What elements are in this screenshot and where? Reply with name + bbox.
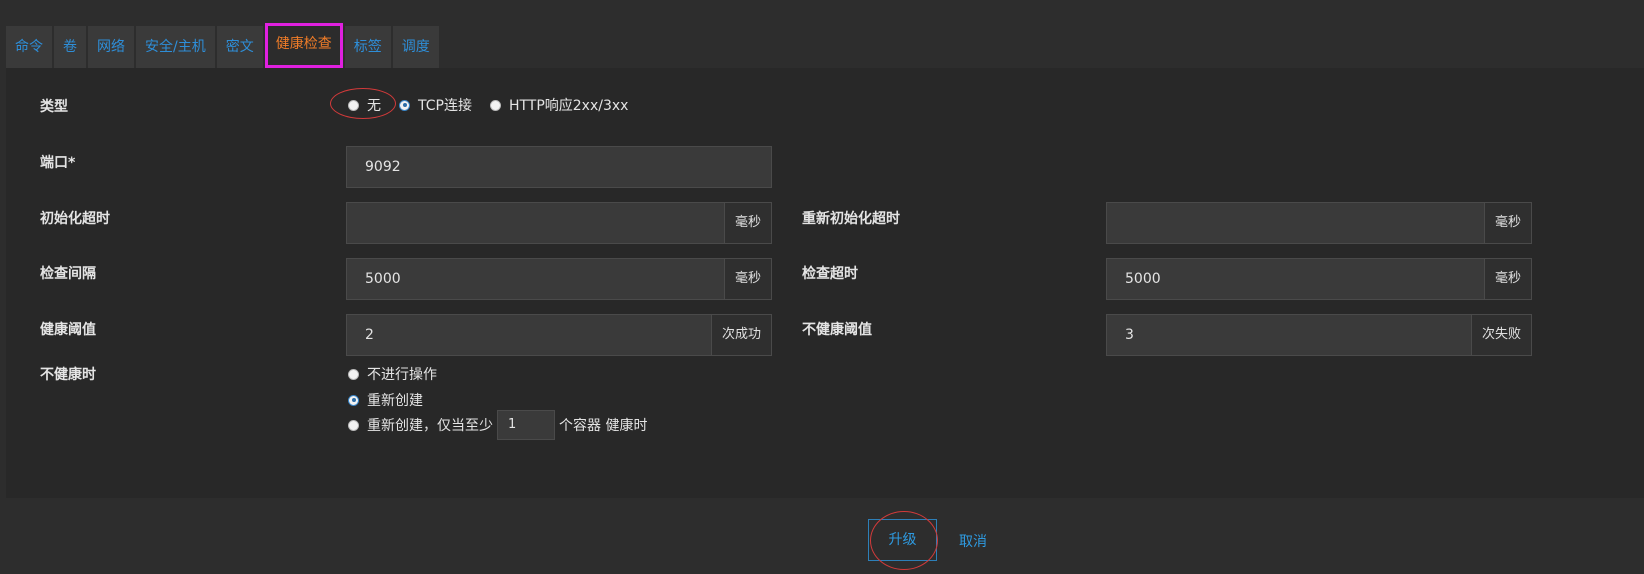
init-timeout-value[interactable] [347,203,724,243]
unhealthy-recreate-conditional-radio[interactable] [348,419,359,431]
reinit-timeout-value[interactable] [1107,203,1484,243]
unhealthy-none-radio[interactable] [348,368,359,380]
recreate-count-input[interactable]: 1 [497,410,555,440]
healthy-threshold-value[interactable]: 2 [347,315,711,355]
unhealthy-threshold-unit: 次失败 [1470,315,1531,355]
unhealthy-option-recreate-conditional[interactable]: 重新创建，仅当至少 1 个容器 健康时 [348,410,647,440]
check-timeout-label: 检查超时 [802,266,858,282]
unhealthy-recreate-radio[interactable] [348,394,359,406]
type-label: 类型 [40,99,68,115]
port-field[interactable]: 9092 [346,146,772,188]
tab-labels[interactable]: 标签 [344,26,391,68]
unhealthy-recreate-label: 重新创建 [367,393,423,409]
check-timeout-value[interactable]: 5000 [1107,259,1484,299]
upgrade-button[interactable]: 升级 [868,519,937,561]
unhealthy-threshold-field[interactable]: 3 次失败 [1106,314,1532,356]
type-tcp-label: TCP连接 [418,98,472,114]
recreate-conditional-suffix: 个容器 健康时 [559,418,648,434]
unhealthy-option-recreate[interactable]: 重新创建 [348,390,423,410]
tab-security-host[interactable]: 安全/主机 [136,26,215,68]
unhealthy-threshold-value[interactable]: 3 [1107,315,1471,355]
unhealthy-none-label: 不进行操作 [367,367,437,383]
init-timeout-unit: 毫秒 [723,203,771,243]
unhealthy-action-label: 不健康时 [40,367,96,383]
unhealthy-option-none[interactable]: 不进行操作 [348,364,437,384]
tab-scheduling[interactable]: 调度 [392,26,439,68]
tab-health-check[interactable]: 健康检查 [264,23,343,68]
health-check-panel: 类型 无 TCP连接 HTTP响应2xx/3xx 端口* 9092 初始化超时 … [6,68,1644,498]
port-label: 端口* [40,155,76,171]
type-radio-group: 无 TCP连接 HTTP响应2xx/3xx [348,95,628,115]
check-timeout-unit: 毫秒 [1483,259,1531,299]
cancel-button[interactable]: 取消 [959,531,987,551]
tab-secrets[interactable]: 密文 [216,26,263,68]
init-timeout-field[interactable]: 毫秒 [346,202,772,244]
check-interval-unit: 毫秒 [723,259,771,299]
type-http-radio[interactable] [489,99,501,111]
tab-command[interactable]: 命令 [6,26,52,68]
reinit-timeout-unit: 毫秒 [1483,203,1531,243]
healthy-threshold-label: 健康阈值 [40,322,96,338]
healthy-threshold-unit: 次成功 [710,315,771,355]
check-interval-label: 检查间隔 [40,266,96,282]
check-interval-value[interactable]: 5000 [347,259,724,299]
unhealthy-threshold-label: 不健康阈值 [802,322,872,338]
recreate-conditional-prefix: 重新创建，仅当至少 [367,418,493,434]
reinit-timeout-label: 重新初始化超时 [802,211,900,227]
check-interval-field[interactable]: 5000 毫秒 [346,258,772,300]
init-timeout-label: 初始化超时 [40,211,110,227]
healthy-threshold-field[interactable]: 2 次成功 [346,314,772,356]
port-value[interactable]: 9092 [347,147,771,187]
type-none-radio[interactable] [348,99,359,111]
type-http-label: HTTP响应2xx/3xx [508,98,629,114]
type-tcp-radio[interactable] [399,99,410,111]
type-none-label: 无 [367,98,381,114]
reinit-timeout-field[interactable]: 毫秒 [1106,202,1532,244]
tab-network[interactable]: 网络 [88,26,134,68]
tab-volume[interactable]: 卷 [54,26,86,68]
check-timeout-field[interactable]: 5000 毫秒 [1106,258,1532,300]
tab-bar: 命令 卷 网络 安全/主机 密文 健康检查 标签 调度 [6,23,439,68]
